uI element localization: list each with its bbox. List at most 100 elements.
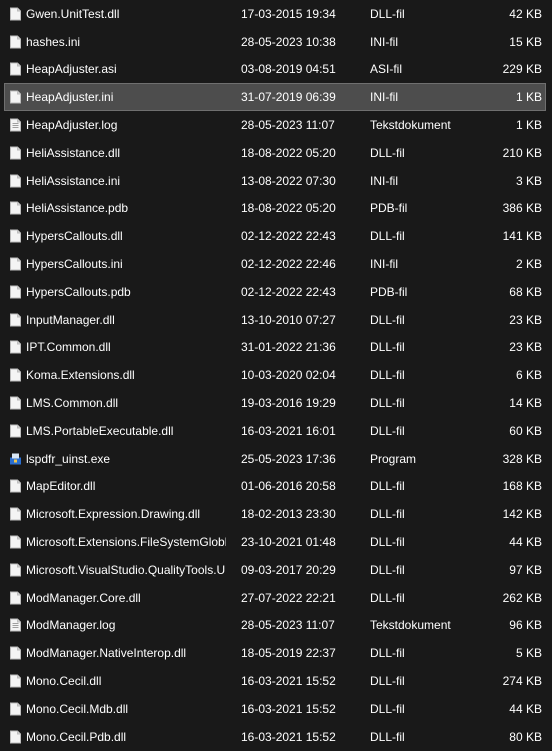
file-size: 96 KB	[509, 618, 542, 633]
file-modified-date: 25-05-2023 17:36	[241, 451, 336, 466]
file-row[interactable]: Microsoft.VisualStudio.QualityTools.Unit…	[4, 556, 546, 584]
file-row[interactable]: ModManager.log 28-05-2023 11:07 Tekstdokum…	[4, 612, 546, 640]
file-icon	[10, 563, 21, 577]
file-name: hashes.ini	[26, 34, 81, 49]
file-row[interactable]: ModManager.Core.dll 27-07-2022 22:21 DLL-f…	[4, 584, 546, 612]
file-list: Gwen.UnitTest.dll 17-03-2015 19:34 DLL-fil…	[0, 0, 552, 751]
file-size: 142 KB	[502, 507, 542, 522]
file-name: Microsoft.Extensions.FileSystemGlobbin..…	[26, 535, 226, 550]
file-size: 328 KB	[502, 451, 542, 466]
file-type: DLL-fil	[370, 340, 405, 355]
file-modified-date: 03-08-2019 04:51	[241, 62, 336, 77]
file-name: HypersCallouts.pdb	[26, 284, 131, 299]
file-modified-date: 18-08-2022 05:20	[241, 201, 336, 216]
file-modified-date: 13-08-2022 07:30	[241, 173, 336, 188]
file-row[interactable]: HeapAdjuster.ini 31-07-2019 06:39 INI-fil 1…	[4, 83, 546, 112]
file-modified-date: 09-03-2017 20:29	[241, 562, 336, 577]
file-row[interactable]: HypersCallouts.dll 02-12-2022 22:43 DLL-fi…	[4, 222, 546, 250]
file-type: PDB-fil	[370, 284, 408, 299]
text-document-icon	[10, 118, 21, 132]
file-name: ModManager.Core.dll	[26, 590, 141, 605]
file-row[interactable]: LMS.PortableExecutable.dll 16-03-2021 16:…	[4, 417, 546, 445]
file-name: Koma.Extensions.dll	[26, 368, 135, 383]
file-name: Microsoft.VisualStudio.QualityTools.Unit…	[26, 562, 226, 577]
file-name: Mono.Cecil.dll	[26, 674, 102, 689]
file-row[interactable]: Microsoft.Extensions.FileSystemGlobbin..…	[4, 528, 546, 556]
file-size: 262 KB	[502, 590, 542, 605]
file-type: DLL-fil	[370, 674, 405, 689]
file-name: HeapAdjuster.ini	[26, 90, 114, 105]
file-icon	[10, 674, 21, 688]
file-name: HeliAssistance.dll	[26, 145, 121, 160]
file-row[interactable]: HypersCallouts.ini 02-12-2022 22:46 INI-fi…	[4, 250, 546, 278]
file-row[interactable]: Koma.Extensions.dll 10-03-2020 02:04 DLL-f…	[4, 361, 546, 389]
file-type: DLL-fil	[370, 423, 405, 438]
file-icon	[10, 424, 21, 438]
file-row[interactable]: HeliAssistance.dll 18-08-2022 05:20 DLL-fi…	[4, 139, 546, 167]
file-size: 44 KB	[509, 701, 542, 716]
file-type: DLL-fil	[370, 590, 405, 605]
file-icon	[10, 257, 21, 271]
file-row[interactable]: Mono.Cecil.Mdb.dll 16-03-2021 15:52 DLL-fi…	[4, 695, 546, 723]
file-row[interactable]: lspdfr_uinst.exe 25-05-2023 17:36 Program 3…	[4, 445, 546, 473]
file-name: HypersCallouts.ini	[26, 257, 123, 272]
file-name: lspdfr_uinst.exe	[26, 451, 111, 466]
file-row[interactable]: Microsoft.Expression.Drawing.dll 18-02-20…	[4, 500, 546, 528]
file-size: 15 KB	[509, 34, 542, 49]
file-size: 14 KB	[509, 396, 542, 411]
file-type: PDB-fil	[370, 201, 408, 216]
file-row[interactable]: MapEditor.dll 01-06-2016 20:58 DLL-fil 168 …	[4, 473, 546, 501]
file-modified-date: 16-03-2021 15:52	[241, 729, 336, 744]
file-size: 44 KB	[509, 535, 542, 550]
file-row[interactable]: Mono.Cecil.Pdb.dll 16-03-2021 15:52 DLL-fi…	[4, 723, 546, 751]
file-icon	[10, 174, 21, 188]
file-icon	[10, 90, 21, 104]
file-row[interactable]: HeapAdjuster.log 28-05-2023 11:07 Tekstdok…	[4, 111, 546, 139]
file-row[interactable]: Mono.Cecil.dll 16-03-2021 15:52 DLL-fil 274…	[4, 667, 546, 695]
file-row[interactable]: HeliAssistance.ini 13-08-2022 07:30 INI-fi…	[4, 167, 546, 195]
file-modified-date: 02-12-2022 22:46	[241, 257, 336, 272]
file-type: DLL-fil	[370, 368, 405, 383]
text-document-icon	[10, 618, 21, 632]
file-row[interactable]: HypersCallouts.pdb 02-12-2022 22:43 PDB-fi…	[4, 278, 546, 306]
file-name: HeapAdjuster.asi	[26, 62, 117, 77]
file-modified-date: 16-03-2021 15:52	[241, 674, 336, 689]
file-icon	[10, 368, 21, 382]
file-type: DLL-fil	[370, 312, 405, 327]
file-icon	[10, 591, 21, 605]
file-icon	[10, 35, 21, 49]
file-row[interactable]: InputManager.dll 13-10-2010 07:27 DLL-fil 2…	[4, 306, 546, 334]
file-type: INI-fil	[370, 257, 398, 272]
file-modified-date: 23-10-2021 01:48	[241, 535, 336, 550]
file-type: INI-fil	[370, 173, 398, 188]
file-modified-date: 17-03-2015 19:34	[241, 6, 336, 21]
file-type: Program	[370, 451, 417, 466]
file-size: 97 KB	[509, 562, 542, 577]
file-size: 3 KB	[515, 173, 542, 188]
file-modified-date: 28-05-2023 11:07	[241, 618, 335, 633]
file-type: Tekstdokument	[370, 118, 451, 133]
file-modified-date: 18-05-2019 22:37	[241, 646, 336, 661]
file-modified-date: 31-01-2022 21:36	[241, 340, 336, 355]
file-size: 386 KB	[502, 201, 542, 216]
file-size: 2 KB	[515, 257, 542, 272]
file-name: IPT.Common.dll	[26, 340, 111, 355]
file-modified-date: 02-12-2022 22:43	[241, 284, 336, 299]
file-type: INI-fil	[370, 34, 398, 49]
file-row[interactable]: Gwen.UnitTest.dll 17-03-2015 19:34 DLL-fil…	[4, 0, 546, 28]
file-type: DLL-fil	[370, 229, 405, 244]
file-type: DLL-fil	[370, 479, 405, 494]
file-row[interactable]: hashes.ini 28-05-2023 10:38 INI-fil 15 KB	[4, 28, 546, 56]
file-icon	[10, 313, 21, 327]
file-row[interactable]: HeliAssistance.pdb 18-08-2022 05:20 PDB-fi…	[4, 195, 546, 223]
file-row[interactable]: HeapAdjuster.asi 03-08-2019 04:51 ASI-fil 2…	[4, 56, 546, 84]
file-row[interactable]: IPT.Common.dll 31-01-2022 21:36 DLL-fil 23 …	[4, 334, 546, 362]
file-row[interactable]: ModManager.NativeInterop.dll 18-05-2019 2…	[4, 639, 546, 667]
file-size: 1 KB	[515, 118, 542, 133]
file-size: 229 KB	[502, 62, 542, 77]
file-name: Mono.Cecil.Pdb.dll	[26, 729, 127, 744]
file-icon	[10, 535, 21, 549]
file-name: HeliAssistance.ini	[26, 173, 121, 188]
file-size: 5 KB	[515, 646, 542, 661]
file-row[interactable]: LMS.Common.dll 19-03-2016 19:29 DLL-fil 14 …	[4, 389, 546, 417]
